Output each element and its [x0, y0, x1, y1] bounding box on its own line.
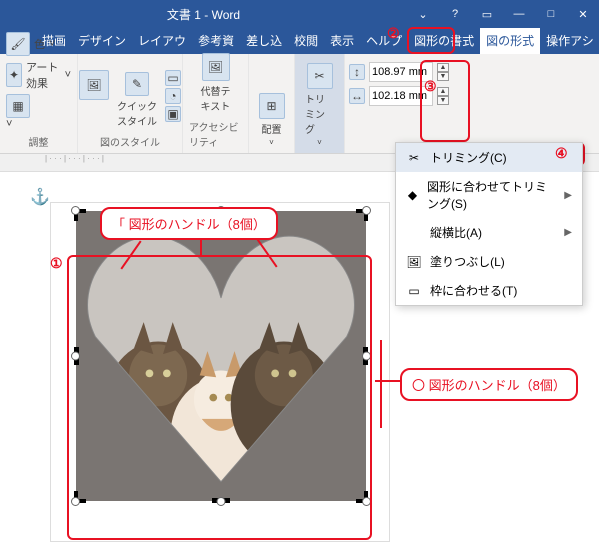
annotation-corner-handles: 「 図形のハンドル（8個） [100, 207, 278, 240]
page[interactable] [50, 202, 390, 542]
tab-layout[interactable]: レイアウ [132, 28, 192, 54]
arrange-button[interactable]: ⊞ 配置 ˅ [255, 91, 289, 149]
ribbon-tabs: 挿入 描画 デザイン レイアウ 参考資 差し込 校閲 表示 ヘルプ 図形の書式 … [0, 28, 599, 54]
tab-tell-me[interactable]: 操作アシ [540, 28, 599, 54]
maximize-icon[interactable]: □ [535, 8, 567, 21]
menu-fit[interactable]: ▭ 枠に合わせる(T) [396, 276, 582, 305]
picture-effects-button[interactable]: ◔ [165, 88, 181, 104]
menu-aspect-ratio[interactable]: 縦横比(A) ▶ [396, 218, 582, 247]
trim-button[interactable]: ✂ トリミング ˅ [301, 61, 338, 149]
width-icon: ↔ [349, 88, 365, 104]
transparency-button[interactable]: ▦ ˅ [6, 94, 30, 130]
anchor-icon: ⚓ [30, 187, 50, 207]
window-title: 文書 1 - Word [0, 6, 407, 23]
tab-picture-format[interactable]: 図の形式 [480, 28, 540, 54]
selected-picture[interactable] [76, 211, 366, 501]
picture-icon: 🖼 [406, 254, 422, 270]
picture-layout-button[interactable]: ▣ [165, 106, 181, 122]
heart-shape-mask [76, 211, 366, 501]
style-group-label: 図のスタイル [100, 134, 160, 149]
help-icon[interactable]: ? [439, 8, 471, 21]
height-spinner[interactable]: ▲▼ [437, 63, 449, 81]
size-handle[interactable] [71, 352, 80, 361]
trim-dropdown: ✂ トリミング(C) ◆ 図形に合わせてトリミング(S) ▶ 縦横比(A) ▶ … [395, 142, 583, 306]
chevron-right-icon: ▶ [564, 227, 572, 238]
restore-icon[interactable]: ▭ [471, 8, 503, 21]
color-button[interactable]: 🖌色 ˅ [6, 32, 55, 56]
tab-mailings[interactable]: 差し込 [240, 28, 288, 54]
size-handle[interactable] [71, 206, 80, 215]
picture-border-button[interactable]: ▭ [165, 70, 181, 86]
height-icon: ↕ [349, 64, 365, 80]
size-handle[interactable] [362, 206, 371, 215]
crop-icon: ✂ [406, 150, 422, 166]
size-handle[interactable] [362, 497, 371, 506]
badge-1: ① [50, 255, 63, 272]
ribbon: 🖌色 ˅ ✦アート効果 ˅ ▦ ˅ 調整 🖼 ✎ クイック スタイル ▭ ◔ ▣… [0, 54, 599, 154]
tab-help[interactable]: ヘルプ [360, 28, 408, 54]
chevron-right-icon: ▶ [564, 190, 572, 201]
tab-review[interactable]: 校閲 [288, 28, 324, 54]
alt-text-button[interactable]: 🖼 代替テ キスト [197, 51, 235, 115]
size-handle[interactable] [217, 497, 226, 506]
picture-style-icon[interactable]: 🖼 [79, 70, 109, 100]
badge-4: ④ [555, 145, 568, 162]
frame-icon: ▭ [406, 283, 422, 299]
menu-trim-to-shape[interactable]: ◆ 図形に合わせてトリミング(S) ▶ [396, 172, 582, 218]
annotation-arrow [380, 340, 382, 428]
tab-design[interactable]: デザイン [72, 28, 132, 54]
shapes-icon: ◆ [406, 187, 419, 203]
annotation-arrow [375, 380, 400, 382]
badge-2: ② [387, 25, 400, 42]
close-icon[interactable]: ✕ [567, 8, 599, 21]
tab-view[interactable]: 表示 [324, 28, 360, 54]
annotation-circle-handles: 〇 図形のハンドル（8個） [400, 368, 578, 401]
accessibility-group-label: アクセシビリティ [189, 119, 242, 149]
minimize-icon[interactable]: — [503, 8, 535, 21]
quick-style-button[interactable]: ✎ クイック スタイル [113, 70, 161, 130]
art-effect-button[interactable]: ✦アート効果 ˅ [6, 59, 71, 91]
adjust-group-label: 調整 [29, 134, 49, 149]
tab-shape-format[interactable]: 図形の書式 [408, 28, 480, 54]
menu-fill[interactable]: 🖼 塗りつぶし(L) [396, 247, 582, 276]
size-handle[interactable] [362, 352, 371, 361]
badge-3: ③ [424, 78, 437, 95]
size-handle[interactable] [71, 497, 80, 506]
width-spinner[interactable]: ▲▼ [437, 87, 449, 105]
ribbon-collapse-icon[interactable]: ⌄ [407, 8, 439, 21]
